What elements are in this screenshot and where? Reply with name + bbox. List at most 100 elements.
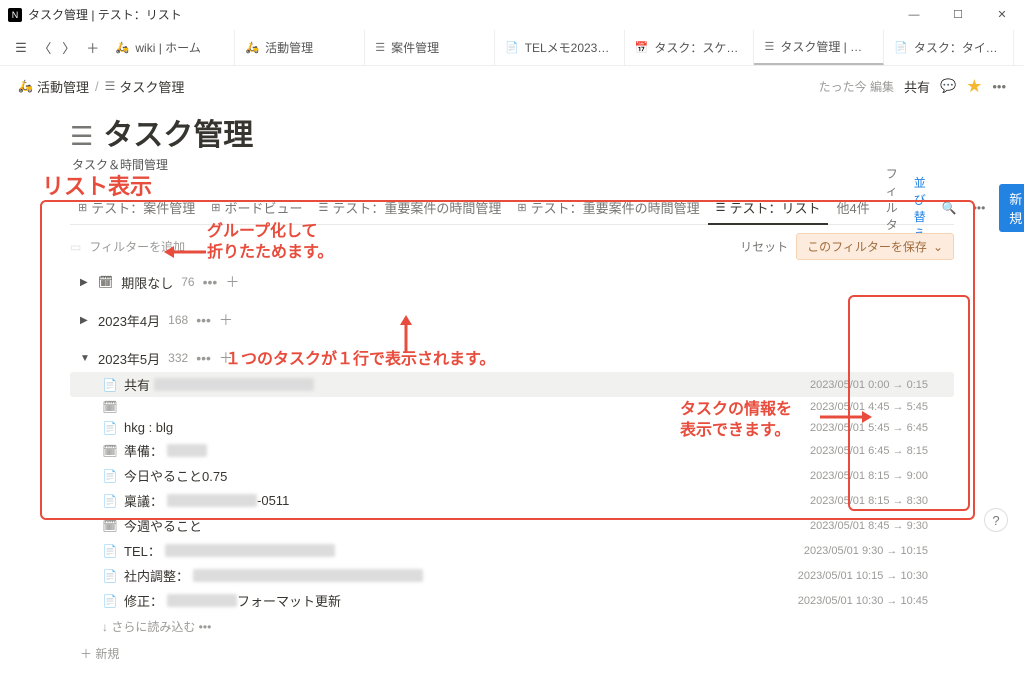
- browser-tab[interactable]: 📄タスク：タイムライン: [884, 30, 1014, 65]
- breadcrumb-current[interactable]: タスク管理: [119, 77, 184, 96]
- browser-tab[interactable]: 🛵wiki | ホーム: [106, 30, 236, 65]
- group-name: 2023年4月: [98, 311, 160, 330]
- list-row[interactable]: 🗓今週やること2023/05/01 8:45 → 9:30: [70, 513, 954, 538]
- row-type-icon: 📄: [102, 594, 118, 608]
- row-type-icon: 🗓: [102, 400, 118, 414]
- disclosure-triangle-icon[interactable]: ▼: [80, 353, 90, 364]
- reset-button[interactable]: リセット: [740, 238, 788, 255]
- save-filter-button[interactable]: このフィルターを保存⌄: [796, 233, 954, 260]
- more-icon[interactable]: •••: [992, 79, 1006, 94]
- favorite-star-icon[interactable]: ★: [966, 76, 982, 97]
- list-row[interactable]: 📄社内調整：2023/05/01 10:15 → 10:30: [70, 563, 954, 588]
- row-type-icon: 📄: [102, 544, 118, 558]
- group-add-icon[interactable]: ＋: [219, 310, 233, 330]
- browser-tab[interactable]: ☰タスク管理 | テスト：...: [754, 30, 884, 65]
- share-button[interactable]: 共有: [904, 77, 930, 96]
- row-time: 2023/05/01 10:30 → 10:45: [798, 595, 928, 607]
- new-tab-button[interactable]: ＋: [82, 35, 104, 61]
- row-title: 社内調整：: [124, 566, 189, 585]
- view-tab[interactable]: ☰テスト：リスト: [708, 192, 829, 225]
- list-row[interactable]: 🗓 2023/05/01 4:45 → 5:45: [70, 397, 954, 417]
- row-type-icon: 🗓: [102, 519, 118, 533]
- view-tab[interactable]: ⊞テスト：案件管理: [70, 192, 203, 223]
- add-new-button[interactable]: ＋ 新規: [70, 640, 954, 667]
- row-type-icon: 🗓: [102, 444, 118, 458]
- browser-tab[interactable]: 🛵 活動管理: [235, 30, 365, 65]
- view-tab[interactable]: 他4件: [828, 192, 877, 223]
- list-group-header[interactable]: ▶ 2023年4月 168 ••• ＋: [70, 306, 954, 334]
- maximize-button[interactable]: ☐: [936, 0, 980, 30]
- row-time: 2023/05/01 5:45 → 6:45: [810, 422, 928, 434]
- tab-label: タスク：タイムライン: [914, 39, 1003, 56]
- disclosure-triangle-icon[interactable]: ▶: [80, 315, 90, 326]
- browser-tab[interactable]: 📅タスク：スケジュール: [625, 30, 755, 65]
- add-filter-button[interactable]: フィルターを追加: [89, 238, 185, 255]
- list-row[interactable]: 📄TEL：2023/05/01 9:30 → 10:15: [70, 538, 954, 563]
- tab-label: タスク管理 | テスト：...: [780, 38, 873, 55]
- group-add-icon[interactable]: ＋: [219, 348, 233, 368]
- row-time: 2023/05/01 6:45 → 8:15: [810, 445, 928, 457]
- search-icon[interactable]: 🔍: [934, 197, 965, 219]
- load-more-button[interactable]: ↓ さらに読み込む •••: [70, 613, 954, 640]
- new-button[interactable]: 新規⌄: [999, 184, 1024, 232]
- group-more-icon[interactable]: •••: [196, 350, 211, 366]
- tab-label: TELメモ20230424-: [525, 39, 614, 56]
- nav-back-button[interactable]: 〈: [34, 35, 56, 61]
- view-label: 他4件: [836, 198, 869, 217]
- list-row[interactable]: 📄共有2023/05/01 0:00 → 0:15: [70, 372, 954, 397]
- view-icon: ⊞: [517, 201, 526, 214]
- view-tab[interactable]: ☰テスト：重要案件の時間管理: [310, 192, 509, 223]
- group-count: 168: [168, 313, 188, 327]
- group-more-icon[interactable]: •••: [203, 274, 218, 290]
- group-name: 期限なし: [121, 273, 173, 292]
- view-tab-bar: ⊞テスト：案件管理⊞ボードビュー☰テスト：重要案件の時間管理⊞テスト：重要案件の…: [70, 191, 954, 225]
- close-button[interactable]: ✕: [980, 0, 1024, 30]
- tab-label: 活動管理: [265, 39, 313, 56]
- row-title: 準備：: [124, 441, 163, 460]
- minimize-button[interactable]: ―: [892, 0, 936, 30]
- row-time: 2023/05/01 9:30 → 10:15: [804, 545, 928, 557]
- breadcrumb-sep: /: [95, 79, 99, 94]
- page-icon: ☰: [70, 121, 93, 152]
- list-row[interactable]: 📄今日やること0.752023/05/01 8:15 → 9:00: [70, 463, 954, 488]
- filter-row: ▭ フィルターを追加 リセット このフィルターを保存⌄: [70, 225, 954, 268]
- tab-label: 案件管理: [391, 39, 439, 56]
- row-time: 2023/05/01 4:45 → 5:45: [810, 401, 928, 413]
- list-row[interactable]: 📄hkg : blg2023/05/01 5:45 → 6:45: [70, 417, 954, 438]
- list-row[interactable]: 📄修正： フォーマット更新2023/05/01 10:30 → 10:45: [70, 588, 954, 613]
- row-time: 2023/05/01 8:15 → 8:30: [810, 495, 928, 507]
- group-more-icon[interactable]: •••: [196, 312, 211, 328]
- disclosure-triangle-icon[interactable]: ▶: [80, 277, 90, 288]
- menu-icon[interactable]: ☰: [10, 35, 32, 61]
- view-icon: ⊞: [211, 201, 220, 214]
- filter-tag-placeholder: ▭: [70, 240, 81, 254]
- group-count: 76: [181, 275, 194, 289]
- tab-icon: 🛵: [116, 41, 130, 54]
- breadcrumb-parent[interactable]: 活動管理: [37, 77, 89, 96]
- chevron-down-icon: ⌄: [933, 240, 943, 254]
- redacted-text: [193, 569, 423, 582]
- nav-forward-button[interactable]: 〉: [58, 35, 80, 61]
- comment-icon[interactable]: 💬: [940, 78, 956, 94]
- row-title: 今日やること0.75: [124, 466, 227, 485]
- page-content: ☰ タスク管理 タスク＆時間管理 ⊞テスト：案件管理⊞ボードビュー☰テスト：重要…: [0, 110, 1024, 677]
- view-tab[interactable]: ⊞ボードビュー: [203, 192, 310, 223]
- list-row[interactable]: 📄稟議：-05112023/05/01 8:15 → 8:30: [70, 488, 954, 513]
- list-area: ▶🗓期限なし76•••＋▶2023年4月168•••＋▼2023年5月332••…: [70, 268, 954, 677]
- list-group-header[interactable]: ▼2023年5月332•••＋: [70, 344, 954, 372]
- list-row[interactable]: 🗓 準備： 2023/05/01 6:45 → 8:15: [70, 438, 954, 463]
- group-add-icon[interactable]: ＋: [225, 272, 239, 292]
- list-group-header[interactable]: ▶🗓期限なし76•••＋: [70, 268, 954, 296]
- window-title: タスク管理 | テスト：リスト: [28, 6, 182, 23]
- view-tab[interactable]: ⊞テスト：重要案件の時間管理: [509, 192, 707, 223]
- help-button[interactable]: ?: [984, 508, 1008, 532]
- tab-strip: 🛵wiki | ホーム🛵活動管理☰案件管理📄TELメモ20230424-📅タスク…: [106, 30, 1014, 65]
- tab-icon: 🛵: [245, 41, 259, 54]
- browser-tab[interactable]: ☰案件管理: [365, 30, 495, 65]
- last-edited: たった今 編集: [819, 78, 894, 95]
- view-icon: ⊞: [78, 201, 87, 214]
- row-time: 2023/05/01 10:15 → 10:30: [798, 570, 928, 582]
- row-type-icon: 📄: [102, 469, 118, 483]
- view-more-icon[interactable]: •••: [965, 197, 994, 219]
- browser-tab[interactable]: 📄TELメモ20230424-: [495, 30, 625, 65]
